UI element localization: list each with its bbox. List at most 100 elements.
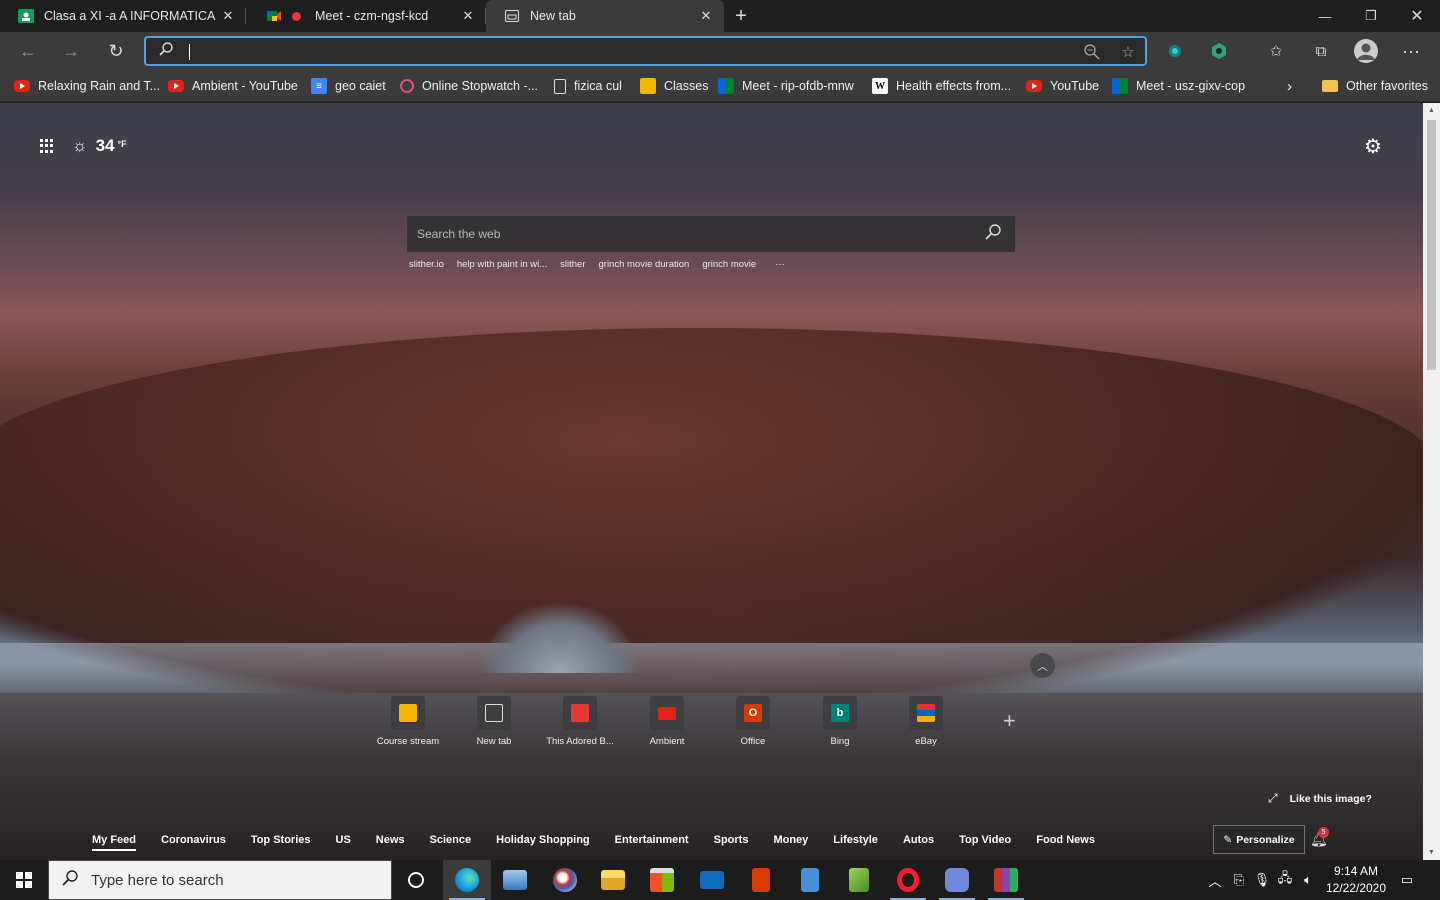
weather-widget[interactable]: ☼ 34 °F bbox=[72, 136, 127, 156]
office-icon[interactable] bbox=[737, 860, 785, 900]
feed-tab[interactable]: Food News bbox=[1036, 834, 1095, 851]
back-button[interactable]: ← bbox=[14, 38, 42, 64]
favorite-item[interactable]: YouTube bbox=[1026, 76, 1099, 96]
more-suggestions-icon[interactable]: ··· bbox=[775, 259, 785, 270]
close-window-button[interactable]: ✕ bbox=[1394, 0, 1440, 32]
more-menu-icon[interactable]: ··· bbox=[1400, 40, 1422, 62]
toolbar: ← → ↻ ☆ ✩ ⧉ ··· bbox=[0, 32, 1440, 70]
discord-icon[interactable] bbox=[933, 860, 981, 900]
gear-icon[interactable]: ⚙ bbox=[1364, 134, 1382, 159]
address-input[interactable] bbox=[184, 43, 1145, 59]
favorite-item[interactable]: fizica cul bbox=[554, 76, 622, 96]
volume-icon[interactable]: 🔈︎ bbox=[1297, 860, 1319, 900]
tab-classroom[interactable]: Clasa a XI -a A INFORMATICA ✕ bbox=[0, 0, 246, 32]
calculator-icon[interactable] bbox=[786, 860, 834, 900]
feed-tab[interactable]: Science bbox=[430, 834, 472, 851]
feed-tab[interactable]: News bbox=[376, 834, 405, 851]
clock[interactable]: 9:14 AM 12/22/2020 bbox=[1322, 863, 1390, 897]
favorite-item[interactable]: Ambient - YouTube bbox=[168, 76, 298, 96]
favorite-item[interactable]: ≡ geo caiet bbox=[311, 76, 386, 96]
new-tab-button[interactable]: + bbox=[730, 5, 752, 27]
chevron-up-icon[interactable]: ︿ bbox=[1204, 860, 1226, 900]
minimize-button[interactable]: — bbox=[1302, 0, 1348, 32]
chevron-up-icon[interactable]: ︿ bbox=[1030, 653, 1055, 678]
suggestion-item[interactable]: grinch movie bbox=[702, 259, 756, 270]
search-input[interactable] bbox=[417, 227, 981, 241]
cortana-icon[interactable] bbox=[392, 860, 440, 900]
tab-meet[interactable]: Meet - czm-ngsf-kcd ✕ bbox=[248, 0, 486, 32]
collections-icon[interactable]: ⧉ bbox=[1310, 40, 1332, 62]
extension-icon[interactable] bbox=[1208, 40, 1230, 62]
quick-link-course-stream[interactable]: Course stream bbox=[368, 696, 448, 747]
feed-tab[interactable]: Holiday Shopping bbox=[496, 834, 590, 851]
favorites-icon[interactable]: ✩ bbox=[1265, 40, 1287, 62]
scroll-up-icon[interactable]: ▲ bbox=[1423, 103, 1440, 118]
feed-tab[interactable]: Sports bbox=[714, 834, 749, 851]
restore-button[interactable]: ❐ bbox=[1348, 0, 1394, 32]
extension-icon[interactable] bbox=[1164, 40, 1186, 62]
feed-tab[interactable]: Coronavirus bbox=[161, 834, 226, 851]
zoom-icon[interactable] bbox=[1082, 43, 1102, 61]
favorite-item[interactable]: W Health effects from... bbox=[872, 76, 1011, 96]
other-favorites[interactable]: Other favorites bbox=[1322, 76, 1428, 96]
suggestion-item[interactable]: slither bbox=[560, 259, 585, 270]
favorite-item[interactable]: Classes bbox=[640, 76, 708, 96]
web-search-box[interactable] bbox=[407, 216, 1015, 252]
mail-icon[interactable] bbox=[688, 860, 736, 900]
add-quick-link-button[interactable]: + bbox=[1003, 708, 1016, 734]
feed-tab-my-feed[interactable]: My Feed bbox=[92, 834, 137, 851]
suggestion-item[interactable]: grinch movie duration bbox=[599, 259, 690, 270]
feed-tab[interactable]: Entertainment bbox=[615, 834, 689, 851]
file-explorer-icon[interactable] bbox=[589, 860, 637, 900]
app-launcher-icon[interactable] bbox=[40, 139, 54, 153]
store-icon[interactable] bbox=[638, 860, 686, 900]
close-icon[interactable]: ✕ bbox=[698, 8, 714, 24]
favorite-item[interactable]: Meet - usz-gixv-cop bbox=[1112, 76, 1245, 96]
page-scrollbar[interactable]: ▲ ▼ bbox=[1423, 103, 1440, 860]
network-icon[interactable]: 🖧︎ bbox=[1274, 860, 1296, 900]
quick-link-bing[interactable]: b Bing bbox=[800, 696, 880, 747]
opera-icon[interactable] bbox=[884, 860, 932, 900]
microphone-icon[interactable]: 🎙︎ bbox=[1251, 860, 1273, 900]
refresh-button[interactable]: ↻ bbox=[102, 38, 130, 64]
paint-icon[interactable] bbox=[541, 860, 589, 900]
tab-new-tab[interactable]: New tab ✕ bbox=[486, 0, 724, 32]
feed-tab[interactable]: Autos bbox=[903, 834, 934, 851]
like-image-link[interactable]: ⤢ Like this image? bbox=[1268, 791, 1372, 806]
taskbar-search-input[interactable] bbox=[91, 871, 371, 889]
quick-link-ebay[interactable]: eBay bbox=[886, 696, 966, 747]
search-icon[interactable] bbox=[981, 223, 1005, 246]
meet-now-icon[interactable]: ⎘ bbox=[1228, 860, 1250, 900]
feed-tab[interactable]: Money bbox=[773, 834, 808, 851]
quick-link-office[interactable]: O Office bbox=[713, 696, 793, 747]
edge-icon[interactable] bbox=[443, 860, 491, 900]
suggestion-item[interactable]: help with paint in wi... bbox=[457, 259, 547, 270]
profile-avatar[interactable] bbox=[1354, 39, 1378, 63]
scroll-down-icon[interactable]: ▼ bbox=[1423, 845, 1440, 860]
favorite-item[interactable]: Meet - rip-ofdb-mnw bbox=[718, 76, 854, 96]
start-button[interactable] bbox=[0, 860, 48, 900]
control-panel-icon[interactable] bbox=[491, 860, 539, 900]
close-icon[interactable]: ✕ bbox=[220, 8, 236, 24]
suggestion-item[interactable]: slither.io bbox=[409, 259, 444, 270]
quick-link-new-tab[interactable]: New tab bbox=[454, 696, 534, 747]
quick-link-ambient[interactable]: Ambient bbox=[627, 696, 707, 747]
favorite-star-icon[interactable]: ☆ bbox=[1118, 43, 1138, 61]
notification-center-icon[interactable]: ▭ bbox=[1396, 860, 1418, 900]
favorite-item[interactable]: Relaxing Rain and T... bbox=[14, 76, 160, 96]
quick-link-this-adored[interactable]: This Adored B... bbox=[540, 696, 620, 747]
personalize-button[interactable]: ✎ Personalize bbox=[1213, 825, 1305, 854]
chevron-right-icon[interactable]: › bbox=[1287, 76, 1292, 96]
feed-tab[interactable]: US bbox=[336, 834, 351, 851]
taskbar-search[interactable] bbox=[48, 860, 392, 900]
feed-tab[interactable]: Lifestyle bbox=[833, 834, 878, 851]
feed-tab[interactable]: Top Stories bbox=[251, 834, 311, 851]
address-bar[interactable]: ☆ bbox=[144, 36, 1147, 66]
forward-button[interactable]: → bbox=[57, 38, 85, 64]
close-icon[interactable]: ✕ bbox=[460, 8, 476, 24]
winrar-icon[interactable] bbox=[982, 860, 1030, 900]
favorite-item[interactable]: Online Stopwatch -... bbox=[400, 76, 538, 96]
feed-tab[interactable]: Top Video bbox=[959, 834, 1011, 851]
notepad-icon[interactable] bbox=[835, 860, 883, 900]
scrollbar-thumb[interactable] bbox=[1427, 120, 1436, 370]
